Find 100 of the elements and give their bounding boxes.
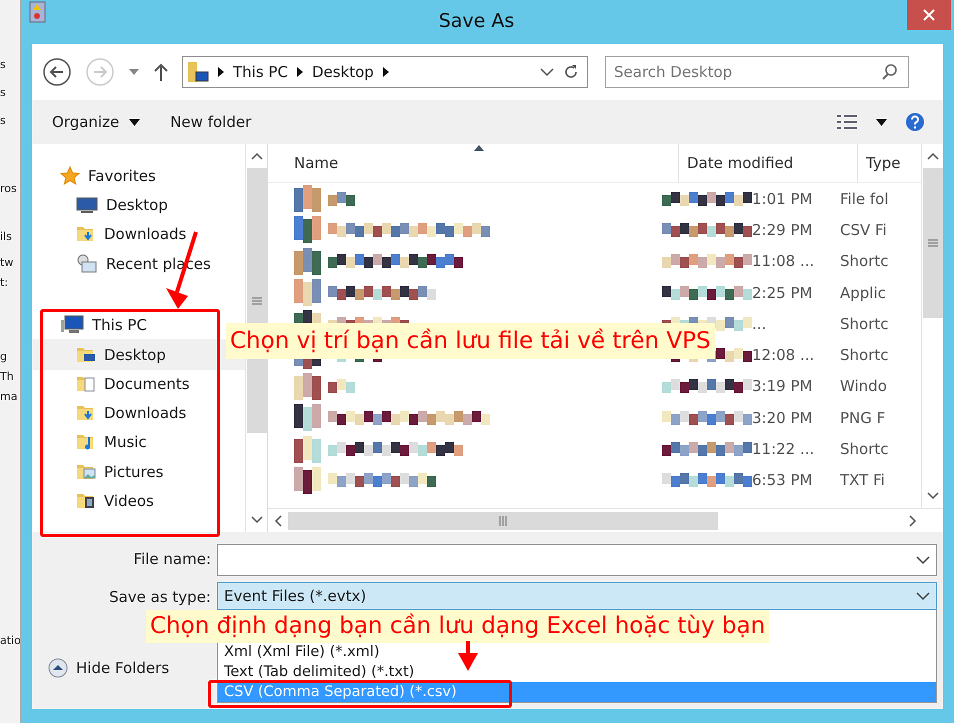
sort-arrow-icon xyxy=(474,145,484,151)
grip-icon xyxy=(928,239,938,247)
chevron-down-icon xyxy=(540,67,554,77)
date-text: 1:01 PM xyxy=(752,190,812,208)
window-text: s xyxy=(0,86,7,100)
file-name-field[interactable] xyxy=(217,544,937,576)
type-text: Windo xyxy=(839,377,888,396)
window-text: s xyxy=(0,114,7,128)
organize-button[interactable]: Organize xyxy=(52,113,140,131)
annotation-tooltip: Chọn định dạng bạn cần lưu dạng Excel hoặc tùy bạn xyxy=(146,610,770,643)
chevron-down-icon xyxy=(250,516,262,524)
scrollbar[interactable] xyxy=(921,144,943,508)
chevron-left-icon xyxy=(274,514,282,526)
sidebar-item[interactable]: Pictures xyxy=(76,458,164,486)
sidebar-item[interactable]: Desktop xyxy=(76,192,168,219)
scrollbar-thumb[interactable] xyxy=(288,512,718,530)
breadcrumb[interactable]: This PC xyxy=(233,63,288,81)
window-text: Th xyxy=(0,370,15,384)
computer-icon xyxy=(60,315,84,336)
dropdown-option[interactable]: Xml (Xml File) (*.xml) xyxy=(218,642,386,662)
type-text: File fol xyxy=(839,190,890,208)
chevron-down-icon xyxy=(916,555,930,565)
pixelated-icon xyxy=(294,372,321,400)
date-text: 3:20 PM xyxy=(752,408,812,427)
breadcrumb[interactable]: Desktop xyxy=(312,63,374,81)
chevron-right-icon xyxy=(296,67,303,77)
type-text: Applic xyxy=(839,284,887,302)
type-text: Shortc xyxy=(839,314,890,333)
column-header[interactable]: Name xyxy=(268,144,679,182)
new-folder-button[interactable]: New folder xyxy=(170,113,252,131)
pixelated-name-drawing xyxy=(328,379,355,394)
address-bar[interactable]: This PC Desktop xyxy=(182,56,588,88)
pixelated-icon xyxy=(294,436,321,463)
pixelated-icon xyxy=(294,404,321,432)
column-header[interactable]: Date modified xyxy=(679,144,858,182)
date-text: 2:29 PM xyxy=(752,220,812,239)
pixelated-icon xyxy=(294,248,321,275)
caret-icon xyxy=(129,118,140,126)
monitor-icon xyxy=(76,196,98,214)
chevron-up-circle-icon xyxy=(48,658,68,678)
notebook-warning-icon xyxy=(28,1,46,23)
pixelated-icon xyxy=(294,216,321,244)
window-text: ils xyxy=(0,230,13,244)
type-text: PNG F xyxy=(839,408,886,427)
search-field[interactable]: Search Desktop xyxy=(605,56,909,88)
view-list-icon xyxy=(836,113,858,131)
chevron-right-icon xyxy=(218,67,224,77)
pixelated-name-drawing xyxy=(328,192,355,206)
annotation-arrow xyxy=(458,641,478,671)
date-text: 6:53 PM xyxy=(752,471,812,490)
sidebar-item[interactable]: Documents xyxy=(76,370,190,398)
window-title: Save As xyxy=(438,10,516,32)
grip-icon xyxy=(252,296,262,304)
field-label: File name: xyxy=(132,549,211,570)
window-text: ros xyxy=(0,182,18,196)
window-text: ma xyxy=(0,390,18,404)
folder-music-icon xyxy=(76,432,96,452)
chevron-up-icon xyxy=(926,152,938,160)
folder-monitor-icon xyxy=(187,61,209,83)
sidebar-item[interactable]: Favorites xyxy=(60,162,156,190)
close-icon xyxy=(922,8,936,22)
refresh-icon xyxy=(563,64,579,80)
window-text: s xyxy=(0,58,7,72)
scrollbar[interactable] xyxy=(268,508,943,532)
recent-places-icon xyxy=(76,254,98,274)
field-label: Save as type: xyxy=(108,587,211,608)
sidebar-item[interactable]: Desktop xyxy=(76,341,166,368)
sidebar-item[interactable]: This PC xyxy=(60,312,147,339)
sidebar-item[interactable]: Downloads xyxy=(76,400,186,427)
window-text: g xyxy=(0,350,8,364)
pixelated-icon xyxy=(294,279,321,306)
file-type-dropdown[interactable]: Event Files (*.evtx) xyxy=(217,582,937,610)
type-text: CSV Fi xyxy=(839,220,888,239)
pixelated-icon xyxy=(294,466,321,494)
help-icon xyxy=(905,112,925,132)
date-text: 11:22 ... xyxy=(752,440,814,458)
chevron-right-icon xyxy=(909,514,917,526)
caret-icon xyxy=(876,118,887,126)
chevron-right-icon xyxy=(382,67,389,77)
window-text: t: xyxy=(0,276,10,290)
caret-icon xyxy=(128,68,140,76)
sidebar-item[interactable]: Downloads xyxy=(76,220,186,248)
type-text: TXT Fi xyxy=(839,471,886,490)
search-icon xyxy=(881,63,899,81)
grip-icon xyxy=(499,516,507,526)
sidebar-item[interactable]: Videos xyxy=(76,488,154,515)
star-icon xyxy=(60,166,80,186)
sidebar-item[interactable]: Music xyxy=(76,428,147,456)
close-button[interactable] xyxy=(907,0,951,30)
type-text: Shortc xyxy=(839,252,890,270)
date-text: 3:19 PM xyxy=(752,377,812,396)
up-arrow-icon xyxy=(153,62,169,82)
dropdown-option[interactable]: Text (Tab delimited) (*.txt) xyxy=(218,662,420,682)
type-text: Shortc xyxy=(839,346,890,364)
scrollbar-thumb[interactable] xyxy=(922,168,942,318)
column-header[interactable]: Type xyxy=(858,144,921,182)
pixelated-icon xyxy=(294,185,321,212)
hide-folders-button[interactable]: Hide Folders xyxy=(48,658,170,678)
chevron-down-icon xyxy=(926,492,938,500)
date-text: 11:08 ... xyxy=(752,252,814,270)
